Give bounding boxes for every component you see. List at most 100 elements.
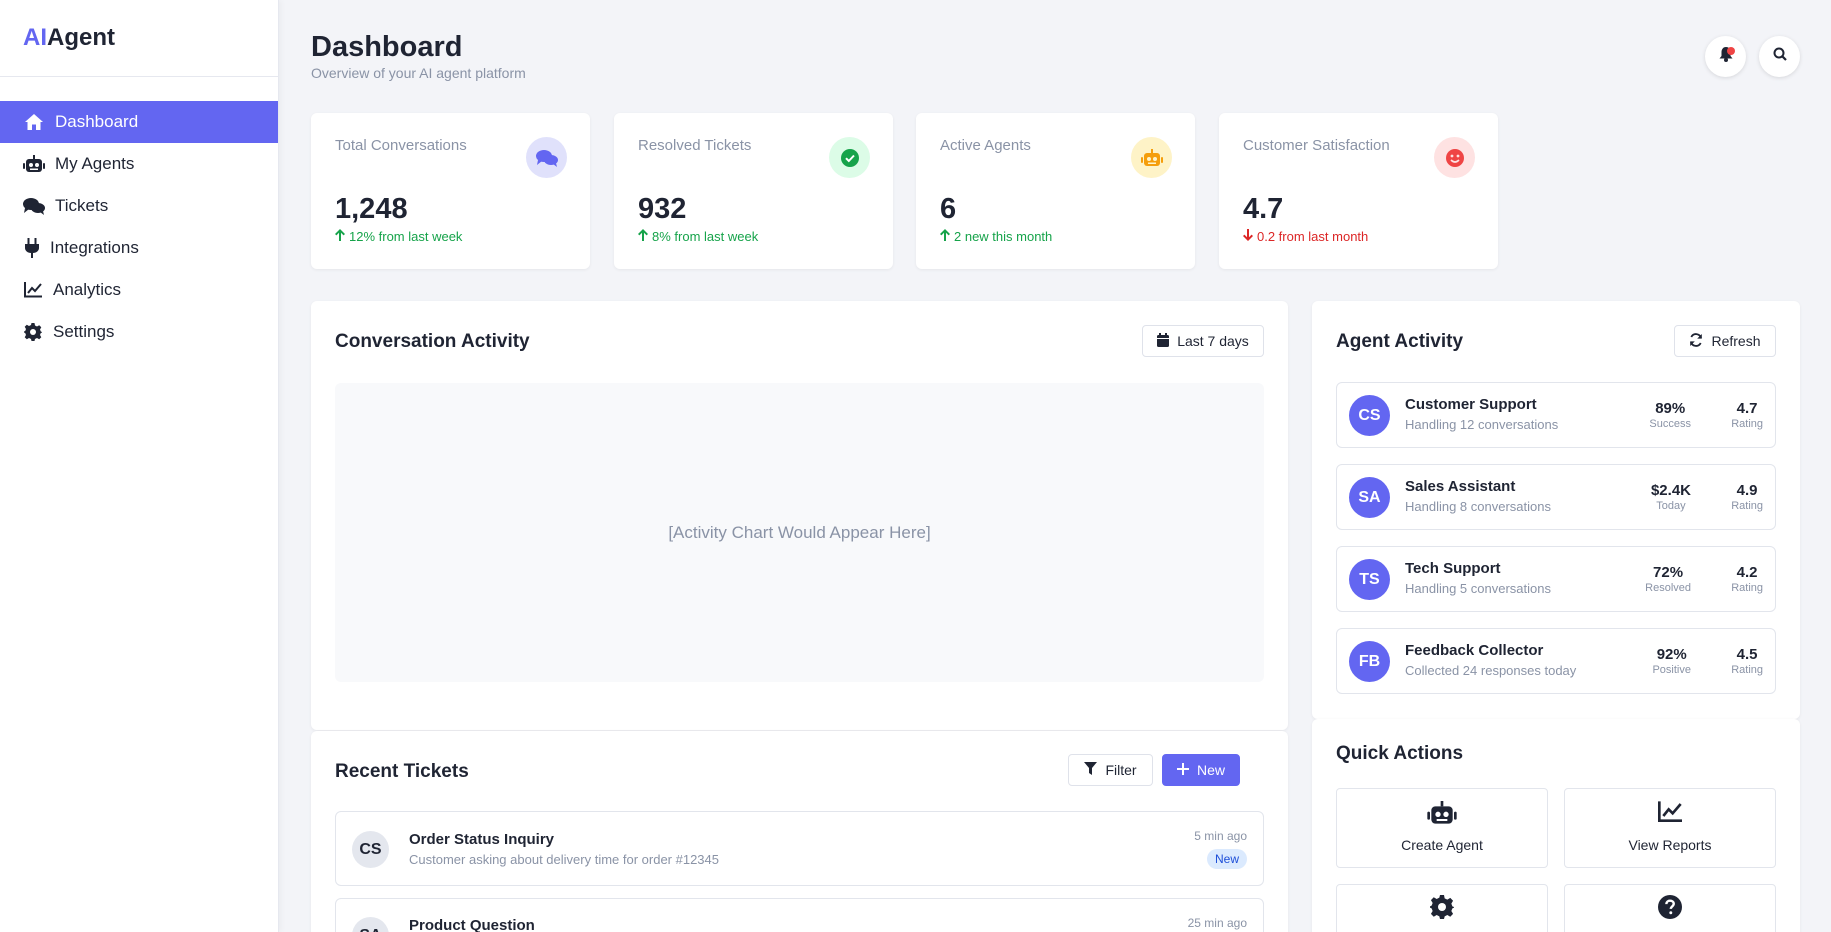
filter-label: Filter	[1105, 762, 1137, 778]
stat-change: 0.2 from last month	[1243, 229, 1368, 244]
ticket-time: 25 min ago	[1187, 916, 1247, 930]
filter-button[interactable]: Filter	[1068, 754, 1153, 786]
chart-line-icon	[22, 280, 44, 300]
agent-name: Tech Support	[1405, 560, 1501, 577]
stat-change: 2 new this month	[940, 229, 1052, 244]
ticket-item[interactable]: SA Product Question 25 min ago	[335, 898, 1264, 932]
metric-label: Rating	[1731, 582, 1763, 594]
search-button[interactable]	[1759, 36, 1800, 77]
calendar-icon	[1157, 332, 1170, 350]
page-title: Dashboard	[311, 31, 463, 63]
arrow-up-icon	[638, 229, 648, 244]
sidebar-item-label: Analytics	[53, 280, 122, 299]
agent-item-feedback-collector[interactable]: FB Feedback Collector Collected 24 respo…	[1336, 628, 1776, 694]
action-label: View Reports	[1628, 837, 1712, 853]
stat-change-text: 0.2 from last month	[1257, 229, 1369, 244]
metric-label: Resolved	[1645, 582, 1691, 594]
smile-icon	[1434, 137, 1475, 178]
card-title: Recent Tickets	[335, 761, 469, 782]
agent-description: Handling 5 conversations	[1405, 581, 1551, 596]
gear-icon	[22, 322, 44, 342]
agent-activity-card: Agent Activity Refresh CS Customer Suppo…	[1312, 301, 1800, 719]
ticket-title: Order Status Inquiry	[409, 831, 555, 848]
sidebar-item-my-agents[interactable]: My Agents	[0, 143, 278, 185]
ticket-description: Customer asking about delivery time for …	[409, 852, 719, 867]
app-logo[interactable]: AIAgent	[0, 0, 278, 77]
check-circle-icon	[829, 137, 870, 178]
notifications-button[interactable]	[1705, 36, 1746, 77]
sidebar-item-tickets[interactable]: Tickets	[0, 185, 278, 227]
chart-line-icon	[1565, 801, 1775, 823]
help-action[interactable]	[1564, 884, 1776, 932]
agent-item-tech-support[interactable]: TS Tech Support Handling 5 conversations…	[1336, 546, 1776, 612]
metric-value: 4.9	[1736, 482, 1758, 499]
metric-label: Rating	[1731, 664, 1763, 676]
logo-prefix: AI	[23, 24, 47, 51]
agent-name: Feedback Collector	[1405, 642, 1544, 659]
agent-avatar: TS	[1349, 559, 1390, 600]
new-label: New	[1197, 762, 1226, 778]
sidebar-item-label: Dashboard	[55, 112, 139, 131]
agent-metric-rating: 4.7 Rating	[1731, 400, 1763, 430]
sidebar-nav: Dashboard My Agents Tickets Integrations…	[0, 77, 278, 353]
agent-metric-rating: 4.9 Rating	[1731, 482, 1763, 512]
date-range-label: Last 7 days	[1177, 333, 1249, 349]
stat-change-text: 8% from last week	[652, 229, 759, 244]
view-reports-action[interactable]: View Reports	[1564, 788, 1776, 868]
arrow-up-icon	[335, 229, 345, 244]
refresh-icon	[1689, 332, 1703, 350]
sidebar-item-analytics[interactable]: Analytics	[0, 269, 278, 311]
metric-label: Positive	[1652, 664, 1691, 676]
agent-avatar: SA	[1349, 477, 1390, 518]
stat-change-text: 12% from last week	[349, 229, 463, 244]
quick-actions-card: Quick Actions Create Agent View Reports	[1312, 719, 1800, 932]
stat-change-text: 2 new this month	[954, 229, 1053, 244]
metric-value: $2.4K	[1650, 482, 1691, 499]
metric-value: 89%	[1655, 400, 1686, 417]
ticket-time: 5 min ago	[1194, 829, 1247, 843]
new-ticket-button[interactable]: New	[1162, 754, 1240, 786]
agent-metric-rating: 4.5 Rating	[1731, 646, 1763, 676]
agent-name: Sales Assistant	[1405, 478, 1516, 495]
recent-tickets-card: Recent Tickets Filter New CS Order Statu…	[311, 731, 1288, 932]
metric-label: Today	[1656, 500, 1686, 512]
gear-icon	[1337, 895, 1547, 919]
metric-value: 92%	[1656, 646, 1687, 663]
agent-name: Customer Support	[1405, 396, 1537, 413]
agent-avatar: CS	[1349, 395, 1390, 436]
agent-description: Handling 12 conversations	[1405, 417, 1559, 432]
date-range-button[interactable]: Last 7 days	[1142, 325, 1264, 357]
agent-metric-primary: 89% Success	[1649, 400, 1691, 430]
search-icon	[1773, 47, 1787, 66]
agent-item-sales-assistant[interactable]: SA Sales Assistant Handling 8 conversati…	[1336, 464, 1776, 530]
settings-action[interactable]	[1336, 884, 1548, 932]
card-title: Quick Actions	[1336, 743, 1464, 764]
ticket-avatar: CS	[352, 831, 389, 868]
ticket-item[interactable]: CS Order Status Inquiry Customer asking …	[335, 811, 1264, 886]
stat-value: 4.7	[1243, 193, 1284, 225]
refresh-button[interactable]: Refresh	[1674, 325, 1776, 357]
sidebar-item-dashboard[interactable]: Dashboard	[0, 101, 278, 143]
sidebar-item-label: Integrations	[50, 238, 139, 257]
stat-value: 1,248	[335, 193, 408, 225]
sidebar-item-label: Settings	[53, 322, 115, 341]
stat-change: 12% from last week	[335, 229, 462, 244]
refresh-label: Refresh	[1711, 333, 1761, 349]
create-agent-action[interactable]: Create Agent	[1336, 788, 1548, 868]
arrow-down-icon	[1243, 229, 1253, 244]
agent-metric-primary: 92% Positive	[1652, 646, 1691, 676]
sidebar: AIAgent Dashboard My Agents Tickets Inte…	[0, 0, 279, 932]
home-icon	[22, 112, 46, 132]
sidebar-item-integrations[interactable]: Integrations	[0, 227, 278, 269]
robot-icon	[1131, 137, 1172, 178]
agent-avatar: FB	[1349, 641, 1390, 682]
sidebar-item-settings[interactable]: Settings	[0, 311, 278, 353]
agent-metric-primary: $2.4K Today	[1651, 482, 1691, 512]
filter-icon	[1084, 762, 1098, 778]
metric-label: Rating	[1731, 418, 1763, 430]
agent-metric-rating: 4.2 Rating	[1731, 564, 1763, 594]
metric-value: 4.2	[1736, 564, 1758, 581]
robot-icon	[22, 154, 46, 174]
metric-value: 4.7	[1736, 400, 1758, 417]
agent-item-customer-support[interactable]: CS Customer Support Handling 12 conversa…	[1336, 382, 1776, 448]
